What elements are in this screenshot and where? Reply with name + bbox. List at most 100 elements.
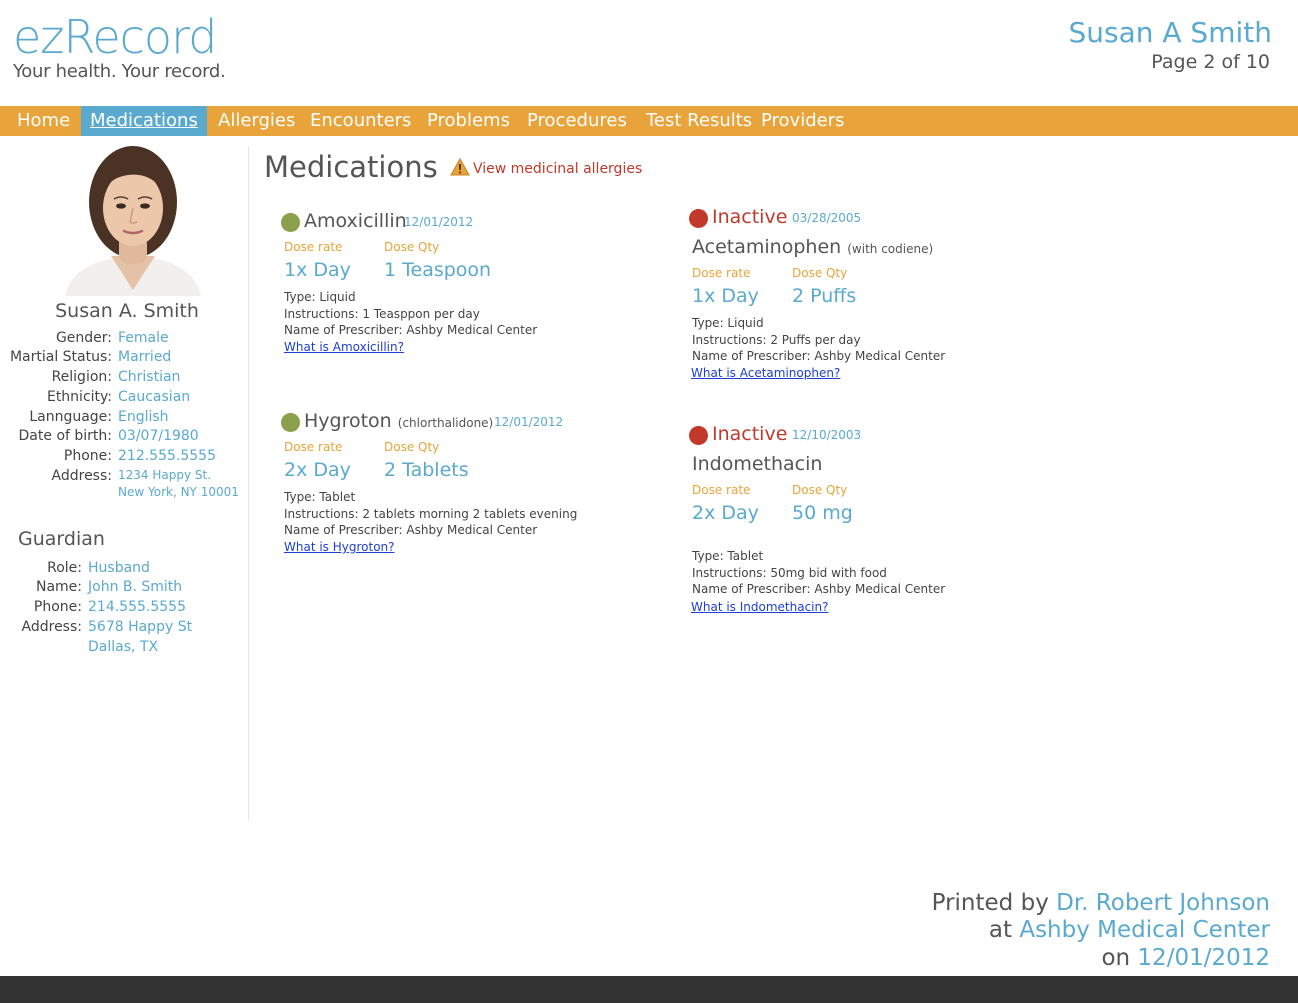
patient-address-line2: New York, NY 10001 [118,485,239,499]
page-indicator: Page 2 of 10 [1151,51,1270,73]
medication-instructions: Instructions: 1 Teasppon per day [284,307,480,321]
medication-date: 03/28/2005 [792,211,862,225]
printed-by-label: Printed by [931,890,1049,916]
medication-prescriber: Name of Prescriber: Ashby Medical Center [692,349,946,363]
medication-instructions: Instructions: 2 tablets morning 2 tablet… [284,507,578,521]
patient-field-label: Gender: [55,330,112,346]
dose-rate-value: 2x Day [284,459,351,481]
view-allergies-label: View medicinal allergies [473,161,643,177]
nav-procedures[interactable]: Procedures [518,106,636,136]
printed-at-label: at [988,917,1013,943]
printed-at-line: at Ashby Medical Center [989,917,1270,943]
view-allergies-link[interactable]: View medicinal allergies [450,157,643,177]
footer-bar [0,976,1298,1003]
warning-icon [450,157,470,176]
patient-avatar [47,140,203,296]
patient-field-value: 212.555.5555 [118,448,216,464]
medication-info-link[interactable]: What is Amoxicillin? [284,340,404,354]
dose-qty-label: Dose Qty [792,266,848,280]
guardian-field-label: Phone: [33,599,82,615]
patient-field-label: Ethnicity: [46,389,112,405]
medication-date: 12/01/2012 [404,215,474,229]
guardian-title: Guardian [18,528,105,550]
patient-name: Susan A. Smith [55,300,199,322]
printed-on-date: 12/01/2012 [1137,945,1270,971]
guardian-field-value: Husband [88,560,150,576]
medication-name: Amoxicillin [304,210,407,232]
patient-field-label: Lannguage: [29,409,112,425]
nav-encounters[interactable]: Encounters [301,106,420,136]
patient-field-value: Married [118,349,172,365]
dose-qty-value: 2 Tablets [384,459,469,481]
dose-qty-value: 2 Puffs [792,285,857,307]
patient-field-label: Religion: [51,369,112,385]
dose-rate-label: Dose rate [284,440,343,454]
medication-generic: (with codiene) [847,242,934,256]
patient-field-label: Phone: [63,448,112,464]
guardian-field-label: Name: [35,579,82,595]
header-patient-name: Susan A Smith [1068,16,1272,49]
guardian-field-value: 214.555.5555 [88,599,186,615]
dose-qty-label: Dose Qty [792,483,848,497]
guardian-field-value: John B. Smith [88,579,183,595]
dose-rate-label: Dose rate [692,483,751,497]
dose-qty-label: Dose Qty [384,440,440,454]
nav-test-results[interactable]: Test Results [637,106,761,136]
medication-date: 12/10/2003 [792,428,862,442]
medication-name-text: Acetaminophen [692,236,842,258]
medication-instructions: Instructions: 2 Puffs per day [692,333,861,347]
medication-type: Type: Tablet [284,490,356,504]
patient-field-value: Female [118,330,169,346]
patient-address-line1: 1234 Happy St. [118,468,212,482]
medication-status: Inactive [712,206,788,228]
medication-type: Type: Liquid [284,290,356,304]
patient-field-value: Christian [118,369,181,385]
printed-by-name: Dr. Robert Johnson [1056,890,1270,916]
guardian-address-line1: 5678 Happy St [88,619,193,635]
medication-status: Inactive [712,423,788,445]
nav-problems[interactable]: Problems [418,106,519,136]
medication-info-link[interactable]: What is Acetaminophen? [691,366,840,380]
active-status-dot [281,213,300,232]
guardian-address-label: Address: [21,619,82,635]
app-tagline: Your health. Your record. [13,61,226,82]
medication-type: Type: Liquid [692,316,764,330]
medication-prescriber: Name of Prescriber: Ashby Medical Center [284,323,538,337]
medication-name: Indomethacin [692,453,823,475]
inactive-status-dot [689,426,708,445]
patient-field-value: English [118,409,169,425]
dose-rate-label: Dose rate [284,240,343,254]
medication-prescriber: Name of Prescriber: Ashby Medical Center [692,582,946,596]
nav-home[interactable]: Home [8,106,79,136]
dose-rate-value: 1x Day [284,259,351,281]
active-status-dot [281,413,300,432]
inactive-status-dot [689,209,708,228]
guardian-address-line2: Dallas, TX [88,639,159,655]
medication-generic: (chlorthalidone) [397,416,494,430]
nav-providers[interactable]: Providers [752,106,854,136]
dose-rate-value: 2x Day [692,502,759,524]
dose-rate-value: 1x Day [692,285,759,307]
medication-type: Type: Tablet [692,549,764,563]
dose-qty-label: Dose Qty [384,240,440,254]
medication-name-text: Hygroton [304,410,392,432]
dose-qty-value: 1 Teaspoon [384,259,492,281]
app-logo[interactable]: ezRecord [13,10,217,64]
patient-field-value: 03/07/1980 [118,428,199,444]
medication-instructions: Instructions: 50mg bid with food [692,566,887,580]
nav-medications[interactable]: Medications [81,106,207,136]
medication-name: Acetaminophen (with codiene) [692,236,933,258]
medication-date: 12/01/2012 [494,415,564,429]
sidebar-divider [248,146,249,821]
patient-field-label: Martial Status: [9,349,112,365]
patient-address-label: Address: [51,468,112,484]
patient-field-label: Date of birth: [18,428,112,444]
main-nav: Home Medications Allergies Encounters Pr… [0,106,1298,136]
page-title: Medications [264,150,438,184]
medication-info-link[interactable]: What is Indomethacin? [691,600,829,614]
medication-prescriber: Name of Prescriber: Ashby Medical Center [284,523,538,537]
medication-info-link[interactable]: What is Hygroton? [284,540,395,554]
medication-name: Hygroton (chlorthalidone) [304,410,493,432]
nav-allergies[interactable]: Allergies [209,106,304,136]
dose-qty-value: 50 mg [792,502,853,524]
